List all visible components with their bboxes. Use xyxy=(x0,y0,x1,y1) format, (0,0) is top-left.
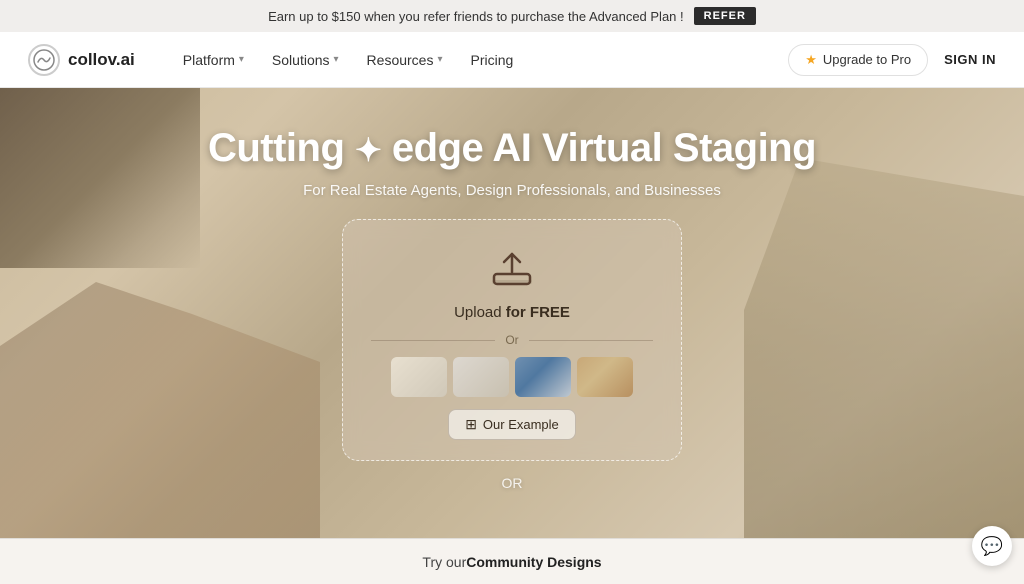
nav-item-platform[interactable]: Platform ▾ xyxy=(171,44,256,76)
example-thumb-2[interactable] xyxy=(453,357,509,397)
example-thumb-3[interactable] xyxy=(515,357,571,397)
nav-solutions-label: Solutions xyxy=(272,52,330,68)
upload-icon xyxy=(488,244,536,292)
nav-item-pricing[interactable]: Pricing xyxy=(459,44,526,76)
hero-subtitle: For Real Estate Agents, Design Professio… xyxy=(303,182,721,199)
sparkle-icon: ✦ xyxy=(355,131,381,169)
divider-line-right xyxy=(529,340,653,341)
hero-section: Cutting ✦ edge AI Virtual Staging For Re… xyxy=(0,88,1024,538)
nav-links: Platform ▾ Solutions ▾ Resources ▾ Prici… xyxy=(171,44,789,76)
below-or-text: OR xyxy=(502,475,523,491)
signin-button[interactable]: SIGN IN xyxy=(944,52,996,67)
hero-title: Cutting ✦ edge AI Virtual Staging xyxy=(208,124,816,172)
nav-resources-label: Resources xyxy=(367,52,434,68)
star-icon: ★ xyxy=(805,52,817,68)
upload-text: Upload for FREE xyxy=(454,304,570,321)
nav-item-resources[interactable]: Resources ▾ xyxy=(355,44,455,76)
chat-button[interactable]: 💬 xyxy=(972,526,1012,566)
chat-icon: 💬 xyxy=(981,536,1003,557)
upload-label-prefix: Upload xyxy=(454,304,506,321)
example-thumbnails xyxy=(391,357,633,397)
logo[interactable]: collov.ai xyxy=(28,44,135,76)
refer-button[interactable]: REFER xyxy=(694,7,756,25)
hero-content: Cutting ✦ edge AI Virtual Staging For Re… xyxy=(0,88,1024,491)
banner-text: Earn up to $150 when you refer friends t… xyxy=(268,9,684,24)
bottom-bar-text-prefix: Try our xyxy=(422,554,466,570)
upgrade-button[interactable]: ★ Upgrade to Pro xyxy=(788,44,928,76)
upgrade-label: Upgrade to Pro xyxy=(823,52,911,67)
upload-label-bold: for FREE xyxy=(506,304,570,321)
our-example-button[interactable]: ⊞ Our Example xyxy=(448,409,576,440)
example-thumb-1[interactable] xyxy=(391,357,447,397)
navbar: collov.ai Platform ▾ Solutions ▾ Resourc… xyxy=(0,32,1024,88)
logo-text: collov.ai xyxy=(68,50,135,70)
top-banner: Earn up to $150 when you refer friends t… xyxy=(0,0,1024,32)
grid-icon: ⊞ xyxy=(465,416,477,433)
nav-platform-label: Platform xyxy=(183,52,235,68)
hero-title-part1: Cutting xyxy=(208,126,355,170)
bottom-bar-text-bold: Community Designs xyxy=(466,554,601,570)
bottom-bar[interactable]: Try our Community Designs xyxy=(0,538,1024,584)
logo-icon xyxy=(28,44,60,76)
or-divider-text: Or xyxy=(505,333,518,347)
nav-right: ★ Upgrade to Pro SIGN IN xyxy=(788,44,996,76)
divider-line-left xyxy=(371,340,495,341)
chevron-down-icon: ▾ xyxy=(239,54,244,65)
chevron-down-icon: ▾ xyxy=(334,54,339,65)
divider-or: Or xyxy=(371,333,653,347)
logo-svg xyxy=(33,49,55,71)
upload-card[interactable]: Upload for FREE Or ⊞ Our Example xyxy=(342,219,682,461)
example-btn-label: Our Example xyxy=(483,417,559,432)
hero-title-part2: edge AI Virtual Staging xyxy=(381,126,816,170)
example-thumb-4[interactable] xyxy=(577,357,633,397)
chevron-down-icon: ▾ xyxy=(437,54,442,65)
nav-pricing-label: Pricing xyxy=(471,52,514,68)
nav-item-solutions[interactable]: Solutions ▾ xyxy=(260,44,351,76)
